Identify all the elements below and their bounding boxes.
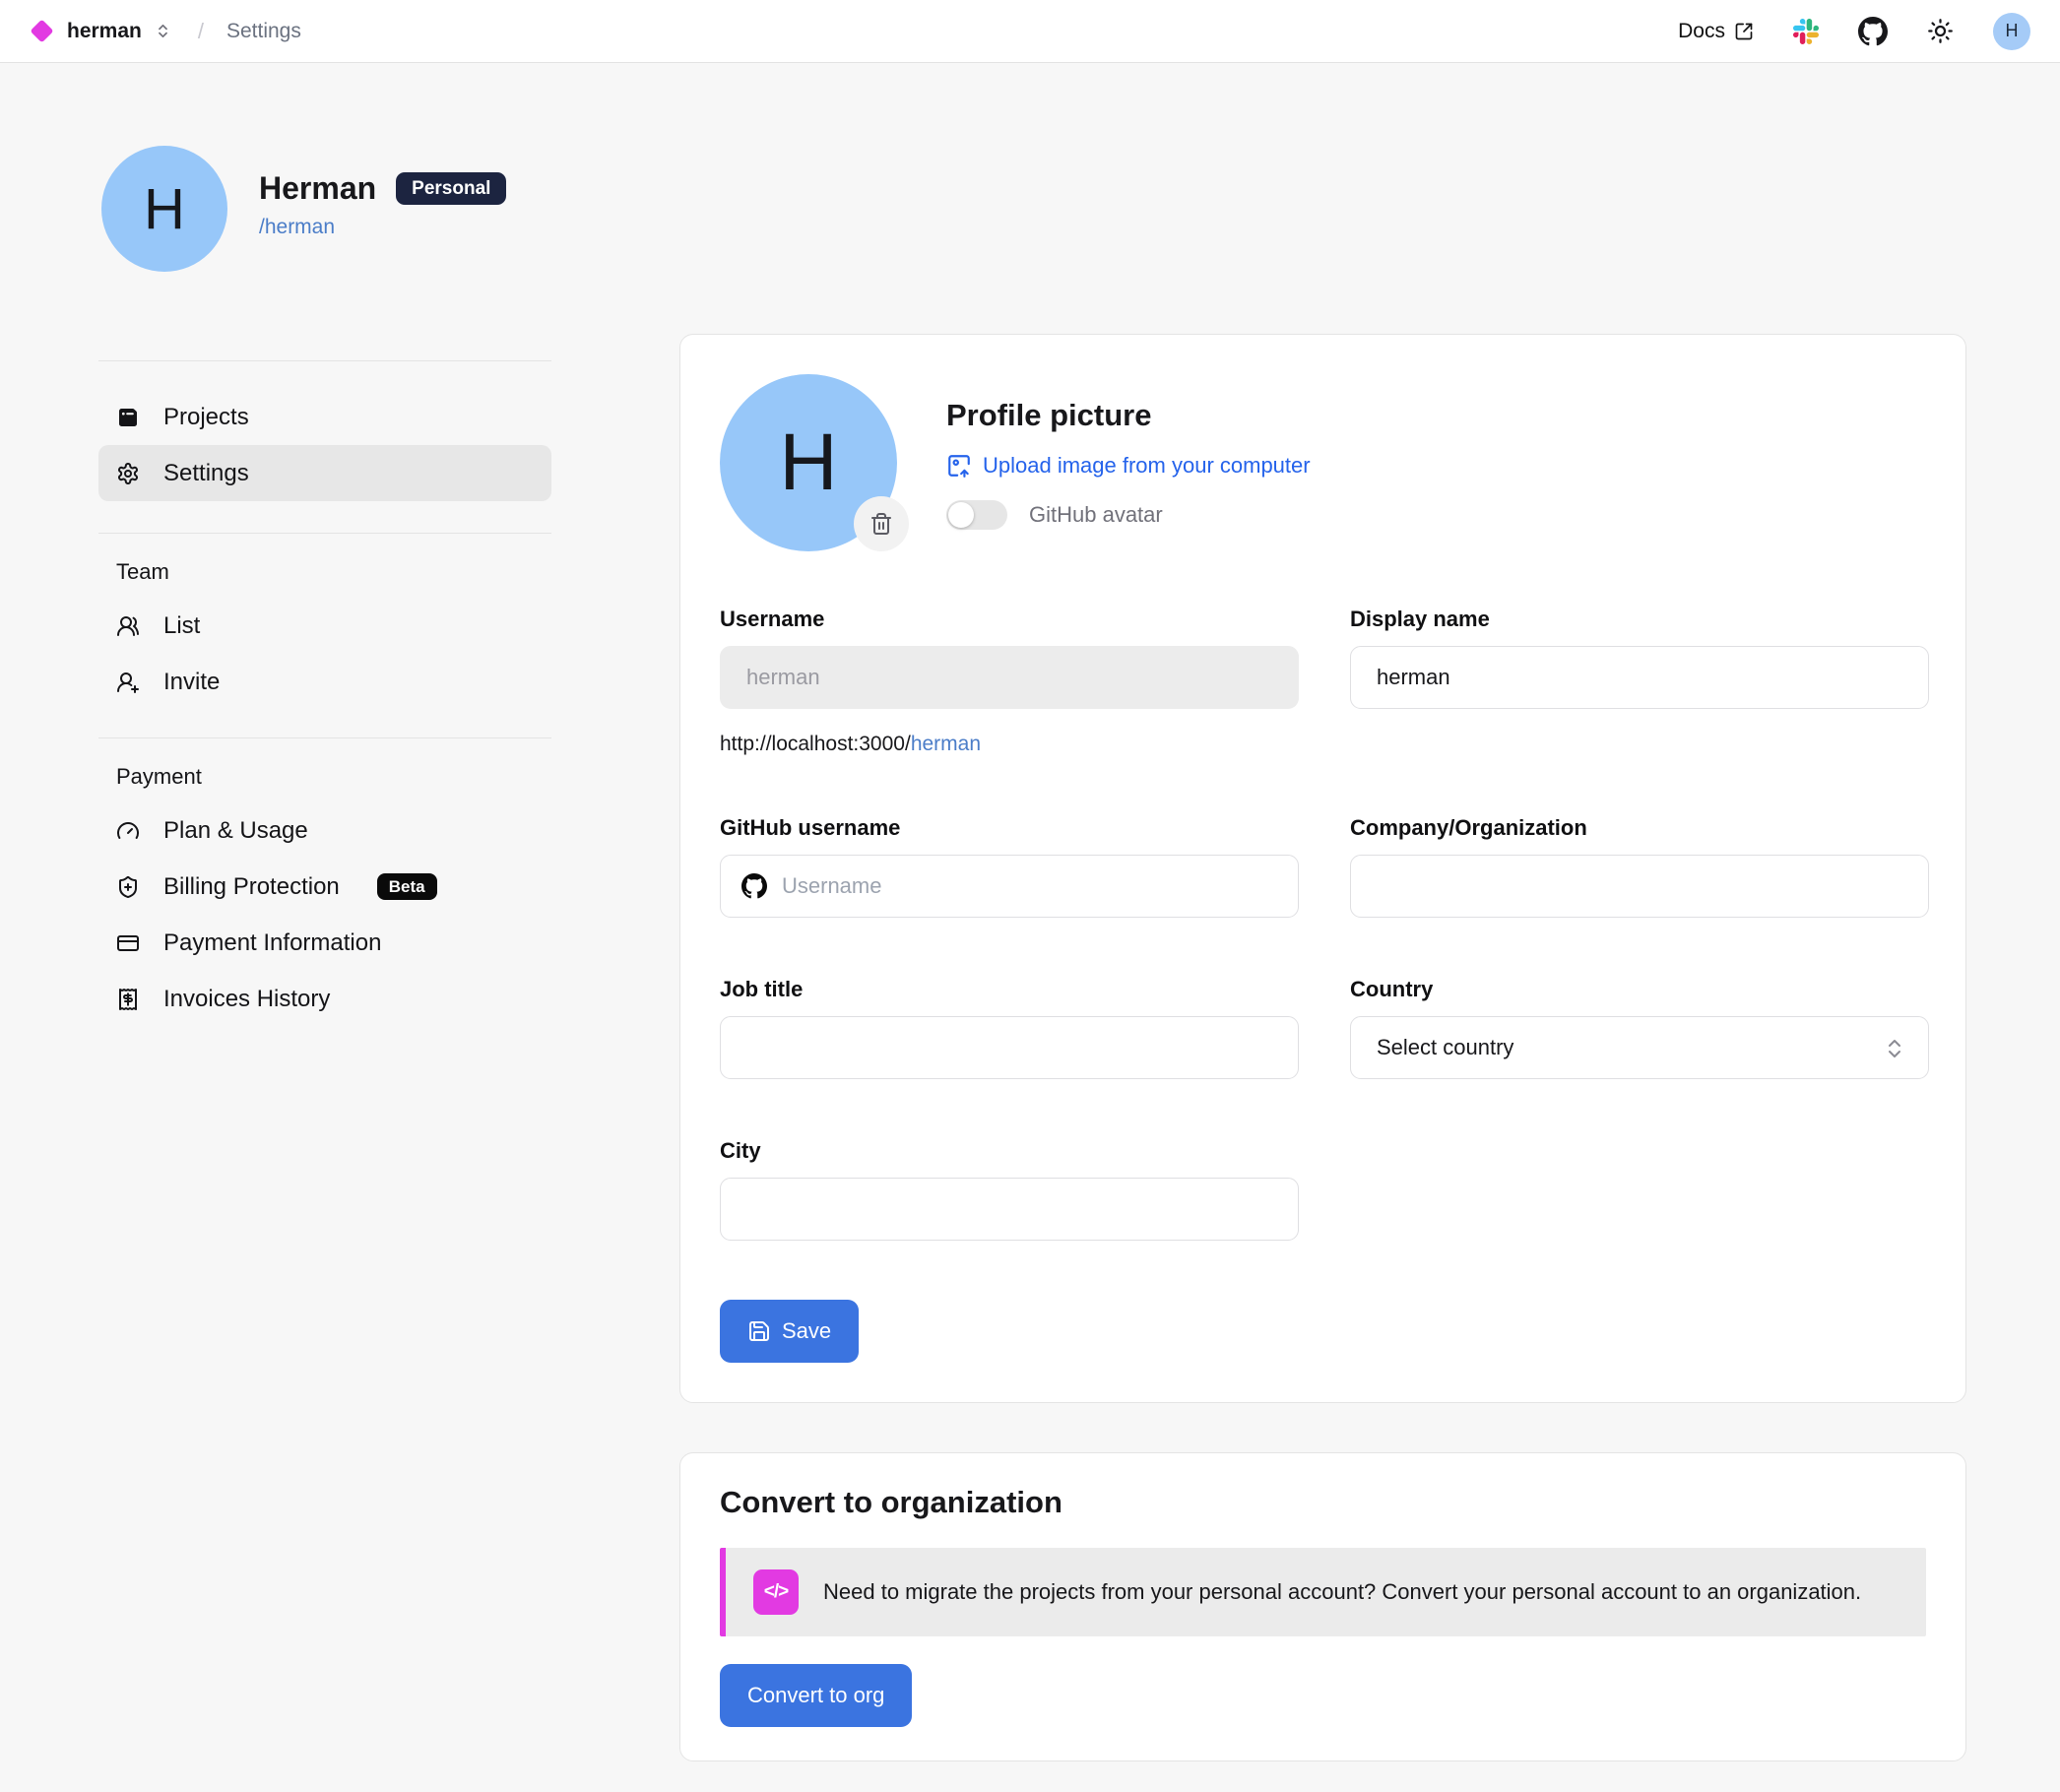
workspace-name: herman (67, 20, 142, 43)
sidebar-item-billing-protection[interactable]: Billing Protection Beta (98, 859, 551, 915)
sidebar-item-label: Billing Protection (163, 873, 340, 901)
job-title-label: Job title (720, 977, 1299, 1002)
credit-card-icon (116, 931, 140, 955)
profile-url: http://localhost:3000/herman (720, 733, 1299, 756)
sidebar-section-payment: Payment (98, 764, 551, 790)
convert-to-org-button[interactable]: Convert to org (720, 1664, 912, 1727)
docs-link[interactable]: Docs (1678, 20, 1754, 43)
profile-name: Herman (259, 170, 376, 207)
code-icon: </> (753, 1569, 799, 1615)
profile-picture-title: Profile picture (946, 398, 1311, 433)
sidebar-item-label: Plan & Usage (163, 817, 308, 845)
upload-image-link[interactable]: Upload image from your computer (946, 453, 1311, 479)
receipt-icon (116, 988, 140, 1011)
save-button-label: Save (782, 1318, 831, 1344)
profile-url-prefix: http://localhost:3000/ (720, 733, 911, 755)
city-label: City (720, 1138, 1299, 1164)
chevrons-up-down-icon (1883, 1037, 1906, 1060)
personal-badge: Personal (396, 172, 506, 205)
slack-button[interactable] (1793, 19, 1819, 44)
convert-info-text: Need to migrate the projects from your p… (823, 1579, 1861, 1605)
github-icon (741, 873, 767, 899)
projects-icon (116, 406, 140, 429)
company-input[interactable] (1350, 855, 1929, 918)
profile-handle-link[interactable]: /herman (259, 216, 335, 239)
sidebar-item-label: Projects (163, 404, 249, 431)
github-avatar-label: GitHub avatar (1029, 502, 1163, 528)
convert-info-banner: </> Need to migrate the projects from yo… (720, 1548, 1926, 1636)
profile-url-user-link[interactable]: herman (911, 733, 981, 755)
sidebar-item-projects[interactable]: Projects (98, 389, 551, 445)
company-label: Company/Organization (1350, 815, 1929, 841)
github-icon (1858, 17, 1888, 46)
breadcrumb: herman / Settings (30, 19, 301, 44)
toggle-knob (948, 502, 974, 528)
gauge-icon (116, 819, 140, 843)
workspace-switcher[interactable]: herman (30, 20, 171, 43)
sidebar-item-label: Settings (163, 460, 249, 487)
convert-to-organization-card: Convert to organization </> Need to migr… (679, 1452, 1966, 1761)
sun-icon (1927, 18, 1954, 44)
sidebar-item-invoices-history[interactable]: Invoices History (98, 971, 551, 1027)
username-input[interactable] (720, 646, 1299, 709)
city-input[interactable] (720, 1178, 1299, 1241)
profile-header-text: Herman Personal /herman (259, 146, 506, 272)
github-avatar-toggle[interactable] (946, 500, 1007, 530)
shield-plus-icon (116, 875, 140, 899)
gear-icon (116, 462, 140, 485)
sidebar-item-label: Payment Information (163, 929, 381, 957)
upload-image-icon (946, 453, 972, 479)
user-avatar[interactable]: H (1993, 13, 2030, 50)
github-username-label: GitHub username (720, 815, 1299, 841)
navbar-actions: Docs H (1678, 13, 2030, 50)
username-label: Username (720, 607, 1299, 632)
country-select-value: Select country (1377, 1035, 1513, 1060)
docs-label: Docs (1678, 20, 1725, 43)
sidebar-item-payment-information[interactable]: Payment Information (98, 915, 551, 971)
sidebar: Projects Settings Team List Invite Payme… (98, 360, 551, 1055)
breadcrumb-page: Settings (226, 20, 301, 43)
sidebar-item-invite[interactable]: Invite (98, 654, 551, 710)
convert-card-title: Convert to organization (720, 1485, 1926, 1520)
breadcrumb-separator: / (198, 19, 204, 44)
beta-badge: Beta (377, 873, 437, 900)
users-icon (116, 614, 140, 638)
user-plus-icon (116, 671, 140, 694)
display-name-label: Display name (1350, 607, 1929, 632)
github-username-input[interactable] (720, 855, 1299, 918)
profile-avatar: H (101, 146, 227, 272)
theme-toggle-button[interactable] (1927, 18, 1954, 44)
profile-header: H Herman Personal /herman (101, 146, 506, 272)
profile-settings-card: H Profile picture Upload image from your… (679, 334, 1966, 1403)
chevrons-up-down-icon (155, 23, 171, 39)
sidebar-item-list[interactable]: List (98, 598, 551, 654)
sidebar-item-settings[interactable]: Settings (98, 445, 551, 501)
profile-picture: H (720, 374, 897, 551)
save-icon (747, 1319, 771, 1343)
country-select[interactable]: Select country (1350, 1016, 1929, 1079)
country-label: Country (1350, 977, 1929, 1002)
github-button[interactable] (1858, 17, 1888, 46)
sidebar-item-plan-usage[interactable]: Plan & Usage (98, 802, 551, 859)
display-name-input[interactable] (1350, 646, 1929, 709)
slack-icon (1793, 19, 1819, 44)
save-button[interactable]: Save (720, 1300, 859, 1363)
sidebar-item-label: List (163, 612, 200, 640)
upload-image-label: Upload image from your computer (983, 453, 1311, 479)
delete-avatar-button[interactable] (854, 496, 909, 551)
sidebar-item-label: Invite (163, 669, 220, 696)
sidebar-section-team: Team (98, 559, 551, 585)
sidebar-item-label: Invoices History (163, 986, 330, 1013)
trash-icon (869, 512, 893, 536)
workspace-diamond-icon (30, 19, 53, 42)
job-title-input[interactable] (720, 1016, 1299, 1079)
top-navbar: herman / Settings Docs (0, 0, 2060, 63)
divider (98, 533, 551, 534)
external-link-icon (1734, 22, 1754, 41)
divider (98, 737, 551, 738)
